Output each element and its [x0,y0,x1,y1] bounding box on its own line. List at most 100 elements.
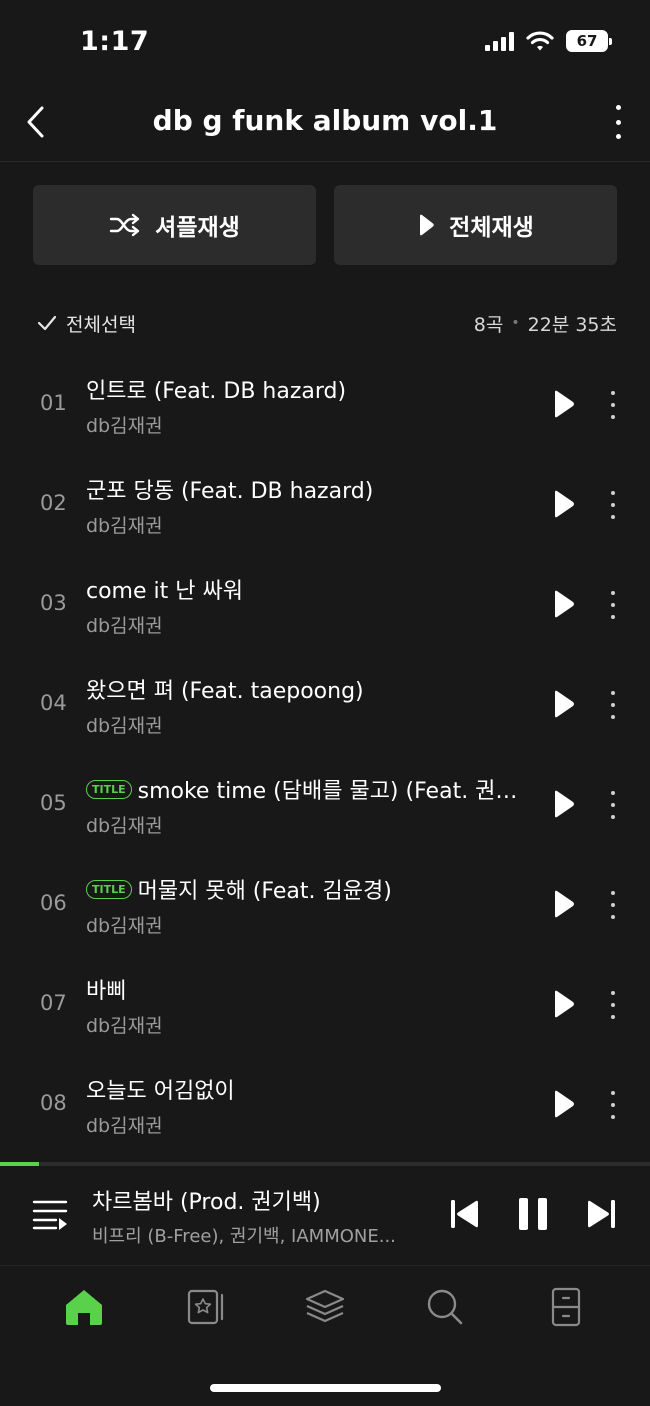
previous-track-icon[interactable] [448,1196,480,1232]
track-more-icon[interactable] [604,591,622,619]
mini-player[interactable]: 차르봄바 (Prod. 권기백) 비프리 (B-Free), 권기백, IAMM… [0,1166,650,1266]
track-more-icon[interactable] [604,491,622,519]
now-playing-title: 차르봄바 (Prod. 권기백) [92,1190,321,1215]
track-title-line: 군포 당동 (Feat. DB hazard) [86,473,536,505]
track-title: come it 난 싸워 [86,579,243,604]
track-more-icon[interactable] [604,1091,622,1119]
title-track-badge: TITLE [86,779,132,799]
play-actions: 셔플재생 전체재생 [33,185,617,265]
track-title: 인트로 (Feat. DB hazard) [86,379,347,404]
play-track-icon[interactable] [549,789,577,819]
track-row[interactable]: 07 바삐 db김재권 [0,955,650,1055]
list-meta: 전체선택 8곡 • 22분 35초 [36,306,617,340]
track-row[interactable]: 02 군포 당동 (Feat. DB hazard) db김재권 [0,455,650,555]
track-title: 군포 당동 (Feat. DB hazard) [86,479,374,504]
checkmark-icon [37,315,57,331]
play-track-icon[interactable] [549,889,577,919]
pause-icon[interactable] [516,1196,550,1232]
status-bar: 1:17 67 [0,0,650,88]
battery-level: 67 [576,32,598,50]
play-track-icon[interactable] [549,989,577,1019]
track-title-line: 왔으면 펴 (Feat. taepoong) [86,673,536,705]
track-more-icon[interactable] [604,791,622,819]
page-title: db g funk album vol.1 [152,104,498,137]
separator-dot: • [511,315,520,331]
tab-storage[interactable] [536,1277,596,1337]
track-list: 01 인트로 (Feat. DB hazard) db김재권 02 군포 당동 … [0,355,650,1155]
play-track-icon[interactable] [549,689,577,719]
play-all-label: 전체재생 [449,215,534,241]
status-time: 1:17 [80,26,150,57]
title-track-badge: TITLE [86,879,132,899]
status-icons: 67 [485,30,612,52]
track-number: 04 [40,691,67,715]
play-track-icon[interactable] [549,389,577,419]
track-artist: db김재권 [86,1015,163,1037]
track-row[interactable]: 03 come it 난 싸워 db김재권 [0,555,650,655]
track-more-icon[interactable] [604,691,622,719]
track-more-icon[interactable] [604,391,622,419]
track-number: 02 [40,491,67,515]
track-title: 왔으면 펴 (Feat. taepoong) [86,679,364,704]
total-duration: 22분 35초 [527,313,617,336]
track-row[interactable]: 01 인트로 (Feat. DB hazard) db김재권 [0,355,650,455]
tab-library[interactable] [175,1277,235,1337]
home-icon [66,1290,103,1325]
tab-home[interactable] [54,1277,114,1337]
track-title: 바삐 [86,979,127,1004]
track-row[interactable]: 05 TITLE smoke time (담배를 물고) (Feat. 권… d… [0,755,650,855]
track-row[interactable]: 04 왔으면 펴 (Feat. taepoong) db김재권 [0,655,650,755]
home-indicator[interactable] [210,1384,441,1392]
shuffle-play-label: 셔플재생 [155,215,240,241]
track-artist: db김재권 [86,415,163,437]
tab-layers[interactable] [295,1277,355,1337]
album-summary: 8곡 • 22분 35초 [474,310,617,337]
track-number: 05 [40,791,67,815]
next-track-icon[interactable] [586,1196,618,1232]
bookmark-star-icon [187,1289,223,1325]
more-options-icon[interactable] [608,102,628,142]
track-number: 07 [40,991,67,1015]
track-title-line: TITLE smoke time (담배를 물고) (Feat. 권… [86,773,536,805]
track-title-line: come it 난 싸워 [86,573,536,605]
track-artist: db김재권 [86,815,163,837]
track-title-line: 바삐 [86,973,536,1005]
track-more-icon[interactable] [604,991,622,1019]
search-icon [428,1289,463,1325]
play-track-icon[interactable] [549,589,577,619]
wifi-icon [526,31,554,51]
track-artist: db김재권 [86,915,163,937]
track-row[interactable]: 08 오늘도 어김없이 db김재권 [0,1055,650,1155]
play-icon [420,214,434,236]
track-title: smoke time (담배를 물고) (Feat. 권… [137,779,518,804]
play-track-icon[interactable] [549,489,577,519]
track-artist: db김재권 [86,615,163,637]
track-number: 08 [40,1091,67,1115]
track-title-line: TITLE 머물지 못해 (Feat. 김윤경) [86,873,536,905]
play-all-button[interactable]: 전체재생 [334,185,617,265]
play-track-icon[interactable] [549,1089,577,1119]
battery-icon: 67 [566,30,612,52]
layers-icon [305,1289,345,1323]
cellular-signal-icon [485,31,514,51]
select-all-toggle[interactable]: 전체선택 [36,310,136,337]
track-title-line: 인트로 (Feat. DB hazard) [86,373,536,405]
track-title-line: 오늘도 어김없이 [86,1073,536,1105]
header: db g funk album vol.1 [0,88,650,162]
track-number: 03 [40,591,67,615]
track-row[interactable]: 06 TITLE 머물지 못해 (Feat. 김윤경) db김재권 [0,855,650,955]
track-artist: db김재권 [86,515,163,537]
tab-search[interactable] [415,1277,475,1337]
track-count: 8곡 [473,313,504,336]
playlist-icon[interactable] [32,1196,68,1232]
shuffle-play-button[interactable]: 셔플재생 [33,185,316,265]
shuffle-icon [109,213,140,237]
track-artist: db김재권 [86,1115,163,1137]
tab-bar [0,1270,650,1344]
track-number: 06 [40,891,67,915]
track-more-icon[interactable] [604,891,622,919]
drawer-icon [551,1287,580,1327]
track-title: 오늘도 어김없이 [86,1079,235,1104]
now-playing-artist: 비프리 (B-Free), 권기백, IAMMONE... [92,1226,396,1247]
track-artist: db김재권 [86,715,163,737]
